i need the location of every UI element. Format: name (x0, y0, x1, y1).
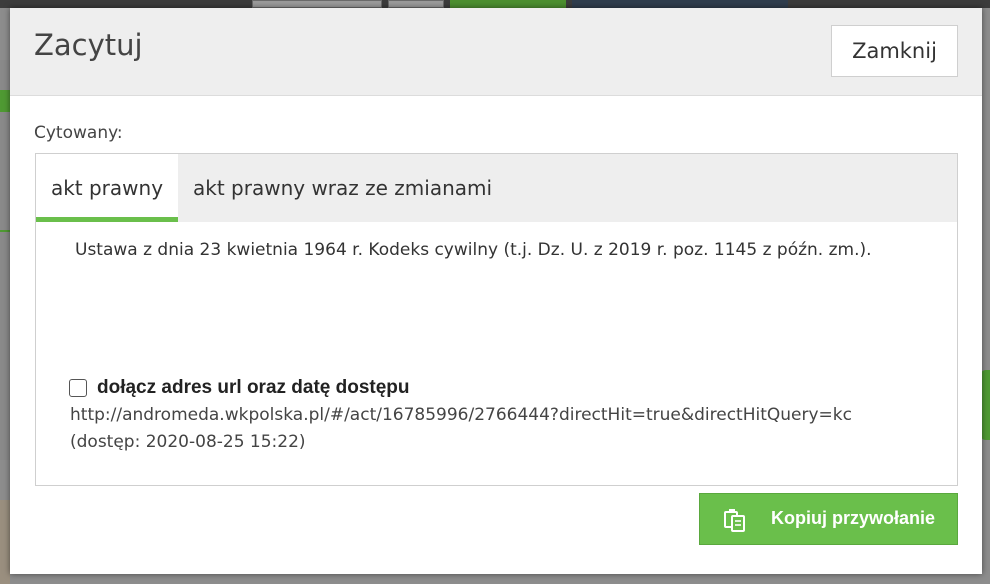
copy-citation-button[interactable]: Kopiuj przywołanie (699, 493, 958, 545)
citation-tabs: akt prawny akt prawny wraz ze zmianami (36, 154, 957, 222)
citation-panel: akt prawny akt prawny wraz ze zmianami U… (35, 153, 958, 486)
include-url-row[interactable]: dołącz adres url oraz datę dostępu (69, 377, 410, 399)
background-left-accent (0, 90, 10, 112)
background-left-divider (0, 230, 10, 232)
cite-dialog: Zacytuj Zamknij Cytowany: akt prawny akt… (10, 8, 982, 574)
background-bottom-area (0, 500, 10, 584)
access-date: (dostęp: 2020-08-25 15:22) (70, 432, 306, 452)
include-url-label[interactable]: dołącz adres url oraz datę dostępu (97, 377, 410, 399)
tab-act[interactable]: akt prawny (36, 154, 178, 222)
dialog-title: Zacytuj (34, 28, 143, 62)
background-advanced-button (572, 0, 788, 8)
copy-icon (724, 509, 745, 532)
background-select (388, 0, 444, 8)
copy-button-label[interactable]: Kopiuj przywołanie (771, 508, 935, 529)
citation-url: http://andromeda.wkpolska.pl/#/act/16785… (70, 405, 852, 425)
background-left-panel (0, 60, 10, 460)
close-button[interactable]: Zamknij (831, 25, 958, 77)
background-search-button (450, 0, 566, 8)
citation-text: Ustawa z dnia 23 kwietnia 1964 r. Kodeks… (75, 240, 872, 260)
background-date-field (252, 0, 382, 8)
dialog-header: Zacytuj Zamknij (10, 8, 982, 96)
include-url-checkbox[interactable] (69, 379, 87, 397)
tab-act-with-changes[interactable]: akt prawny wraz ze zmianami (193, 154, 553, 222)
cited-label: Cytowany: (34, 123, 123, 143)
